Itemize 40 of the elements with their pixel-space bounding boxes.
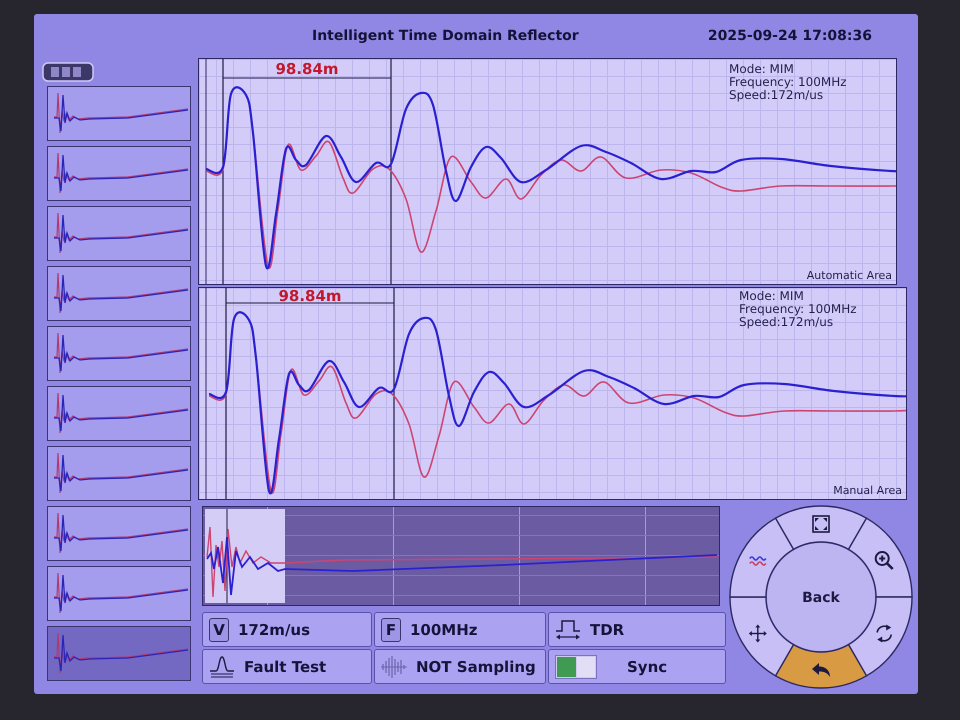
cursor-line[interactable] — [390, 59, 392, 284]
back-arrow-icon — [812, 663, 830, 677]
info-line: Speed:172m/us — [739, 316, 834, 329]
info-line: Frequency: 100MHz — [739, 303, 857, 316]
zoom-in-icon — [874, 551, 894, 570]
dial-segment[interactable] — [774, 644, 868, 689]
back-button[interactable]: Back — [767, 543, 875, 651]
battery-icon — [42, 62, 94, 82]
datetime-text: 2025-09-24 17:08:36 — [708, 28, 872, 44]
info-line: Mode: MIM — [729, 63, 795, 76]
cursor-line[interactable] — [225, 288, 227, 499]
dial-segment[interactable] — [848, 518, 913, 598]
window-title: Intelligent Time Domain Reflector — [312, 28, 579, 44]
sampling-button[interactable]: NOT Sampling — [374, 649, 546, 684]
mode-button[interactable]: TDR — [548, 612, 726, 647]
info-line: Frequency: 100MHz — [729, 76, 847, 89]
distance-label: 98.84m — [275, 60, 339, 78]
peak-icon — [209, 654, 235, 678]
dial-segment[interactable] — [729, 518, 794, 598]
fit-screen-icon — [812, 515, 830, 533]
setting-button[interactable]: V 172m/us — [202, 612, 372, 647]
dial-segment[interactable] — [848, 596, 913, 676]
dial-segment[interactable] — [729, 596, 794, 676]
move-icon — [748, 624, 767, 642]
overview-strip[interactable] — [202, 506, 720, 606]
pulse-icon — [555, 618, 581, 640]
setting-button[interactable]: F 100MHz — [374, 612, 546, 647]
area-label: Automatic Area — [806, 269, 892, 282]
dial-segment[interactable] — [774, 505, 868, 550]
info-line: Speed:172m/us — [729, 89, 824, 102]
distance-label: 98.84m — [278, 288, 342, 305]
area-label: Manual Area — [833, 484, 902, 497]
refresh-icon — [876, 624, 892, 642]
cursor-line[interactable] — [393, 288, 395, 499]
sync-button[interactable]: Sync — [548, 649, 726, 684]
cursor-line[interactable] — [222, 59, 224, 284]
info-line: Mode: MIM — [739, 290, 805, 303]
test-button[interactable]: Fault Test — [202, 649, 372, 684]
wave-lines-icon — [749, 556, 766, 566]
waveform-icon — [381, 654, 407, 678]
